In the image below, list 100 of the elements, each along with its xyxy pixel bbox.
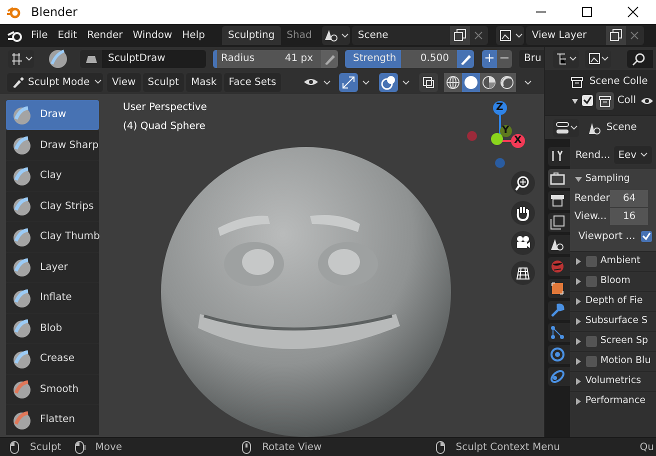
zoom-icon[interactable] [511, 171, 535, 195]
number-field[interactable]: 16 [610, 208, 648, 224]
menu-item[interactable]: Edit [52, 28, 82, 43]
slider[interactable]: Strength 0.500 [345, 50, 457, 68]
checkbox[interactable] [586, 336, 598, 347]
menu-button[interactable]: View [107, 72, 141, 92]
checkbox[interactable] [586, 276, 598, 287]
scene-tab-icon[interactable] [548, 235, 570, 254]
menu-button[interactable]: Sculpt [142, 72, 184, 92]
eye-icon[interactable] [640, 96, 654, 106]
panel-title: Depth of Fie [585, 294, 643, 308]
constraints-tab-icon[interactable] [548, 367, 570, 386]
status-hint: Rotate View [262, 440, 322, 454]
panel-title: Motion Blu [600, 354, 651, 368]
axis-label: Y [502, 124, 510, 138]
status-hint: Move [95, 440, 122, 454]
chevron-icon [94, 79, 102, 85]
mouse-icon [8, 440, 22, 454]
brush-name-field[interactable]: SculptDraw [102, 50, 206, 68]
brush-tool-icon [12, 104, 32, 125]
tool-button[interactable]: Draw [6, 100, 99, 130]
properties-context: Scene [606, 121, 637, 135]
direction-button[interactable]: + [482, 50, 497, 68]
checkbox[interactable] [586, 256, 598, 267]
editor-type-icon[interactable] [553, 118, 580, 136]
checkbox[interactable] [582, 95, 594, 106]
modifier-tab-icon[interactable] [548, 301, 570, 320]
editor-type-icon[interactable] [8, 50, 34, 68]
checkbox[interactable] [586, 356, 598, 367]
render-engine-dropdown[interactable]: Eev [614, 146, 652, 164]
render-tab-icon[interactable] [548, 169, 570, 188]
number-field[interactable]: 64 [610, 190, 648, 206]
particles-tab-icon[interactable] [548, 323, 570, 342]
scene-icon[interactable] [322, 26, 350, 45]
tool-button[interactable]: Smooth [6, 374, 99, 404]
tool-tab-icon[interactable] [548, 147, 570, 166]
filter-icon[interactable] [585, 50, 612, 68]
menu-item[interactable]: Window [128, 28, 178, 43]
tool-button[interactable]: Blob [6, 314, 99, 343]
display-mode-icon[interactable] [553, 50, 580, 68]
slider-value: 0.500 [420, 52, 449, 66]
hand-icon[interactable] [511, 201, 535, 225]
outliner-item[interactable]: Scene Colle [589, 74, 648, 89]
solid-shading-icon[interactable] [462, 72, 480, 92]
workspace-tab[interactable]: Sculpting [222, 26, 281, 45]
rendered-shading-icon[interactable] [498, 72, 516, 92]
status-hint: Sculpt [30, 440, 62, 454]
status-hint: Sculpt Context Menu [456, 440, 560, 454]
panel-header[interactable]: Sampling [570, 169, 656, 189]
tool-button[interactable]: Clay [6, 161, 99, 190]
tool-button[interactable]: Clay Thumb [6, 222, 99, 252]
menu-item[interactable]: Render [82, 28, 128, 43]
brush-tool-icon [12, 257, 32, 278]
menu-button[interactable]: Mask [186, 72, 222, 92]
grid-icon[interactable] [511, 261, 535, 285]
chevron-icon [640, 152, 648, 158]
outliner-item[interactable]: Coll [617, 93, 636, 108]
brush-data-icon[interactable] [80, 50, 102, 68]
blender-logo-icon[interactable] [7, 28, 23, 42]
tool-button[interactable]: Crease [6, 344, 99, 374]
material-shading-icon[interactable] [480, 72, 498, 92]
physics-tab-icon[interactable] [548, 345, 570, 364]
text-field[interactable]: View Layer [526, 26, 606, 45]
panel-title: Sampling [585, 172, 630, 186]
brush-menu[interactable]: Bru [519, 50, 544, 68]
xray-icon[interactable] [419, 72, 438, 92]
pen-pressure-icon[interactable] [321, 50, 338, 68]
object-tab-icon[interactable] [548, 279, 570, 298]
copy-icon[interactable] [450, 26, 470, 45]
axis-label: Z [496, 101, 504, 115]
direction-button[interactable]: − [497, 50, 512, 68]
slider[interactable]: Radius 41 px [213, 50, 321, 68]
tool-button[interactable]: Draw Sharp [6, 130, 99, 160]
panel-title: Bloom [600, 274, 630, 288]
text-field[interactable]: Scene [352, 26, 450, 45]
camera-icon[interactable] [511, 231, 535, 255]
expand-arrow-icon[interactable] [571, 96, 580, 104]
tool-button[interactable]: Inflate [6, 283, 99, 312]
view-layer-icon[interactable] [496, 26, 524, 45]
brush-icon[interactable] [47, 48, 69, 70]
output-tab-icon[interactable] [548, 191, 570, 210]
tool-button[interactable]: Clay Strips [6, 192, 99, 221]
view-layer-tab-icon[interactable] [548, 213, 570, 232]
slider-label: Strength [353, 52, 396, 66]
menu-item[interactable]: File [26, 28, 53, 43]
pen-pressure-icon[interactable] [457, 50, 474, 68]
search-icon[interactable] [627, 50, 654, 68]
axis-label: X [514, 134, 522, 148]
viewport-info-text: (4) Quad Sphere [123, 120, 206, 134]
tool-button[interactable]: Flatten [6, 405, 99, 434]
mode-dropdown[interactable]: Sculpt Mode [7, 72, 103, 92]
panel-title: Performance [585, 394, 646, 408]
wireframe-shading-icon[interactable] [444, 72, 462, 92]
blender-logo-icon [7, 5, 21, 19]
menu-item[interactable]: Help [177, 28, 210, 43]
menu-button[interactable]: Face Sets [224, 72, 282, 92]
workspace-tab[interactable]: Shad [280, 26, 318, 45]
copy-icon[interactable] [606, 26, 626, 45]
window-title: Blender [31, 4, 78, 21]
tool-button[interactable]: Layer [6, 252, 99, 282]
